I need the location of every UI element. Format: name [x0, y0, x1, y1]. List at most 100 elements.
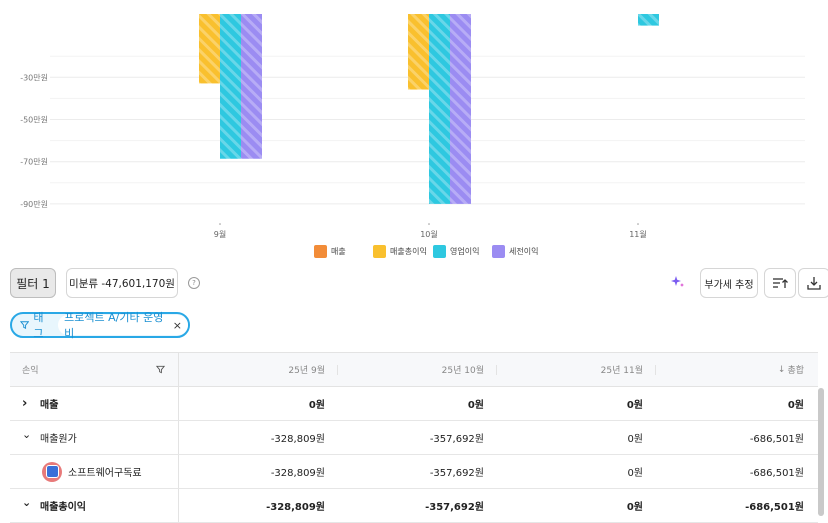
column-divider	[178, 387, 179, 420]
header-col-oct[interactable]: 25년 10월	[350, 353, 484, 386]
table-row-gross-profit[interactable]: ⌄ 매출총이익 -328,809원 -357,692원 0원 -686,501원	[10, 489, 818, 523]
column-divider	[337, 365, 338, 375]
header-col-nov[interactable]: 25년 11월	[508, 353, 643, 386]
row-value: 0원	[626, 400, 643, 411]
x-tick-label: 10월	[420, 229, 438, 239]
row-value: -686,501원	[749, 434, 804, 445]
table-row-revenue[interactable]: › 매출 0원 0원 0원 0원	[10, 387, 818, 421]
row-value: 0원	[626, 502, 643, 513]
chevron-right-icon[interactable]: ›	[22, 396, 40, 411]
row-value: 0원	[467, 400, 484, 411]
x-tick-label: 11월	[629, 229, 647, 239]
ai-sparkle-icon[interactable]	[670, 274, 686, 290]
tag-filter-label: 태그	[33, 311, 44, 340]
y-tick-label: -50만원	[20, 116, 48, 125]
row-value: -328,809원	[266, 502, 325, 513]
row-value: -357,692원	[429, 434, 484, 445]
x-tick-mark	[428, 223, 430, 225]
sort-icon	[773, 278, 788, 288]
pnl-table: 손익 25년 9월 25년 10월 25년 11월 ↓ 총합 › 매출 0원 0…	[10, 352, 818, 523]
legend-label: 매출	[331, 247, 346, 256]
y-axis-ticks: -30만원 -50만원 -70만원 -90만원	[20, 73, 48, 209]
row-label-text: 매출	[40, 400, 59, 411]
column-filter-icon[interactable]	[156, 365, 165, 374]
row-value: 0원	[627, 468, 643, 479]
header-col-sep[interactable]: 25년 9월	[190, 353, 325, 386]
legend-swatch	[433, 245, 446, 258]
header-account: 손익	[22, 366, 39, 376]
legend-item[interactable]: 세전이익	[492, 245, 538, 258]
table-scrollbar-thumb[interactable]	[818, 388, 824, 516]
bar-2-0[interactable]	[220, 14, 241, 159]
y-tick-label: -90만원	[20, 200, 48, 209]
row-value: -686,501원	[749, 468, 804, 479]
legend-item[interactable]: 매출	[314, 245, 346, 258]
x-tick-mark	[637, 223, 639, 225]
download-icon	[807, 277, 821, 290]
unclassified-button[interactable]: 미분류 -47,601,170원	[66, 268, 178, 298]
column-divider	[178, 455, 179, 488]
row-value: -686,501원	[745, 502, 804, 513]
row-value: 0원	[787, 400, 804, 411]
table-row-software-subscription[interactable]: 소프트웨어구독료 -328,809원 -357,692원 0원 -686,501…	[10, 455, 818, 489]
x-axis-ticks: 9월 10월 11월	[214, 223, 647, 239]
table-scrollbar[interactable]	[818, 388, 824, 516]
sort-button[interactable]	[764, 268, 796, 298]
x-tick-mark	[219, 223, 221, 225]
column-divider	[178, 353, 179, 386]
row-label: 소프트웨어구독료	[42, 455, 142, 488]
bar-2-1[interactable]	[429, 14, 450, 204]
table-row-cogs[interactable]: ⌄ 매출원가 -328,809원 -357,692원 0원 -686,501원	[10, 421, 818, 455]
close-icon[interactable]: ×	[173, 319, 182, 332]
row-value: -328,809원	[270, 468, 325, 479]
row-value: -328,809원	[270, 434, 325, 445]
help-icon[interactable]: ?	[188, 277, 200, 289]
y-tick-label: -30만원	[20, 73, 48, 82]
header-total[interactable]: ↓ 총합	[670, 353, 804, 386]
filter-funnel-icon	[20, 321, 30, 330]
bar-3-1[interactable]	[450, 14, 471, 204]
legend-item[interactable]: 매출총이익	[373, 245, 427, 258]
table-header: 손익 25년 9월 25년 10월 25년 11월 ↓ 총합	[10, 352, 818, 387]
row-value: 0원	[627, 434, 643, 445]
toolbar: 필터 1 미분류 -47,601,170원 ? 부가세 추정	[10, 268, 828, 300]
sort-down-icon: ↓	[777, 364, 786, 375]
download-button[interactable]	[798, 268, 828, 298]
row-value: 0원	[308, 400, 325, 411]
column-divider	[655, 365, 656, 375]
legend-swatch	[492, 245, 505, 258]
row-label: ⌄ 매출총이익	[22, 489, 86, 522]
bar-3-0[interactable]	[241, 14, 262, 159]
row-label-text: 매출총이익	[40, 502, 86, 513]
tag-filter-value-text: 프로젝트 A/기타 운영비	[64, 311, 164, 340]
column-divider	[178, 489, 179, 522]
bar-1-0[interactable]	[199, 14, 220, 84]
bar-2-2[interactable]	[638, 14, 659, 26]
legend-swatch	[373, 245, 386, 258]
bars	[199, 14, 659, 204]
legend-label: 세전이익	[509, 247, 539, 256]
column-divider	[178, 421, 179, 454]
header-total-label: 총합	[787, 366, 804, 376]
bar-1-1[interactable]	[408, 14, 429, 90]
row-value: -357,692원	[425, 502, 484, 513]
row-label: › 매출	[22, 387, 58, 420]
row-label-text: 소프트웨어구독료	[68, 468, 142, 479]
row-label: ⌄ 매출원가	[22, 421, 77, 454]
filter-button[interactable]: 필터 1	[10, 268, 56, 298]
x-tick-label: 9월	[214, 229, 226, 239]
tag-filter-chip[interactable]: 태그 프로젝트 A/기타 운영비 ×	[10, 311, 190, 340]
chart-legend: 매출 매출총이익 영업이익 세전이익	[0, 245, 828, 259]
column-divider	[496, 365, 497, 375]
legend-swatch	[314, 245, 327, 258]
y-tick-label: -70만원	[20, 158, 48, 167]
profit-bar-chart: -30만원 -50만원 -70만원 -90만원 9월 10월 11월	[20, 14, 805, 239]
chevron-down-icon[interactable]: ⌄	[22, 428, 40, 441]
row-label-text: 매출원가	[40, 434, 77, 445]
legend-item[interactable]: 영업이익	[433, 245, 479, 258]
category-avatar-icon	[42, 461, 62, 482]
tag-filter-value[interactable]: 프로젝트 A/기타 운영비 ×	[58, 311, 188, 340]
row-value: -357,692원	[429, 468, 484, 479]
chevron-down-icon[interactable]: ⌄	[22, 496, 40, 509]
vat-estimate-button[interactable]: 부가세 추정	[700, 268, 758, 298]
